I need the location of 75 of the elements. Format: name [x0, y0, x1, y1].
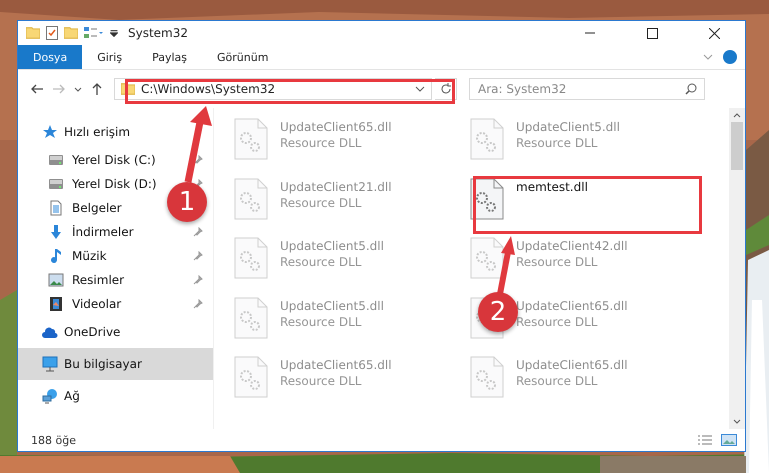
details-view-icon[interactable] — [697, 435, 713, 445]
folder-icon — [26, 27, 40, 39]
dll-file-icon — [234, 178, 268, 220]
file-type: Resource DLL — [280, 196, 362, 210]
refresh-icon — [440, 83, 452, 95]
sidebar-item[interactable]: Resimler — [70, 271, 126, 289]
scrollbar[interactable] — [729, 108, 745, 429]
file-type: Resource DLL — [516, 374, 598, 388]
sidebar-item[interactable]: Belgeler — [70, 199, 124, 217]
drive-icon — [48, 176, 64, 192]
thumbnail-view-icon[interactable] — [721, 434, 737, 446]
new-folder-icon — [64, 27, 78, 39]
view-options-icon[interactable] — [84, 27, 104, 39]
dll-file-icon — [234, 237, 268, 279]
file-type: Resource DLL — [516, 314, 598, 328]
search-field[interactable]: Ara: System32 — [469, 78, 705, 100]
annotation-arrow — [497, 236, 515, 295]
sidebar-item[interactable]: Hızlı erişim — [18, 116, 213, 148]
sidebar-item[interactable]: Videolar — [70, 295, 124, 313]
dropdown-icon[interactable] — [110, 30, 118, 36]
scroll-down-icon[interactable] — [733, 419, 741, 425]
checklist-icon[interactable] — [46, 26, 58, 40]
download-icon — [48, 224, 64, 240]
item-count: 188 öğe — [31, 434, 76, 446]
dll-file-icon — [234, 118, 268, 160]
file-type: Resource DLL — [280, 136, 362, 150]
dll-file-icon — [470, 356, 504, 398]
file-type: Resource DLL — [280, 374, 362, 388]
sidebar-item[interactable]: İndirmeler — [70, 223, 136, 241]
dll-file-icon — [470, 237, 504, 279]
ribbon-tab[interactable]: Giriş — [82, 45, 138, 69]
document-icon — [48, 200, 64, 216]
pin-icon[interactable] — [193, 251, 203, 261]
sidebar-item[interactable]: Müzik — [70, 247, 109, 265]
close-icon — [708, 28, 720, 38]
ribbon-tab[interactable]: Görünüm — [202, 45, 284, 69]
music-note-icon — [48, 248, 64, 264]
dll-file-icon — [234, 296, 268, 338]
star-icon — [42, 124, 58, 140]
file-name[interactable]: memtest.dll — [516, 180, 588, 194]
sidebar-item[interactable]: Yerel Disk (C:) — [70, 151, 158, 169]
search-icon[interactable] — [685, 83, 697, 95]
back-arrow-icon — [30, 83, 44, 95]
sidebar-item[interactable]: Yerel Disk (D:) — [70, 175, 159, 193]
scrollbar-thumb[interactable] — [731, 122, 743, 170]
ribbon-tab[interactable]: Dosya — [18, 45, 82, 69]
up-arrow-icon — [91, 82, 103, 96]
sidebar-item[interactable]: Bu bilgisayar — [18, 348, 213, 380]
image-icon — [48, 272, 64, 288]
caret-icon — [74, 86, 82, 92]
file-type: Resource DLL — [280, 255, 362, 269]
chevron-icon[interactable] — [415, 86, 425, 92]
pin-icon[interactable] — [193, 275, 203, 285]
file-type: Resource DLL — [516, 136, 598, 150]
maximize-icon — [646, 28, 658, 38]
file-type: Resource DLL — [280, 314, 362, 328]
window-title: System32 — [128, 26, 188, 40]
network-icon — [42, 388, 58, 404]
computer-icon — [42, 356, 58, 372]
scroll-up-icon[interactable] — [733, 112, 741, 118]
pin-icon[interactable] — [193, 155, 203, 165]
drive-icon — [48, 152, 64, 168]
film-icon — [48, 296, 64, 312]
dll-file-icon — [234, 356, 268, 398]
ribbon-tab[interactable]: Paylaş — [137, 45, 202, 69]
forward-arrow-icon — [52, 83, 66, 95]
pin-icon[interactable] — [193, 299, 203, 309]
address-bar[interactable]: C:\Windows\System32 — [114, 78, 432, 100]
dll-file-icon — [470, 118, 504, 160]
sidebar-item[interactable]: Ağ — [18, 380, 213, 412]
file-type: Resource DLL — [516, 255, 598, 269]
pin-icon[interactable] — [193, 227, 203, 237]
sidebar-item[interactable]: OneDrive — [18, 316, 213, 348]
help-icon[interactable] — [723, 50, 737, 64]
minimize-icon — [585, 32, 595, 34]
